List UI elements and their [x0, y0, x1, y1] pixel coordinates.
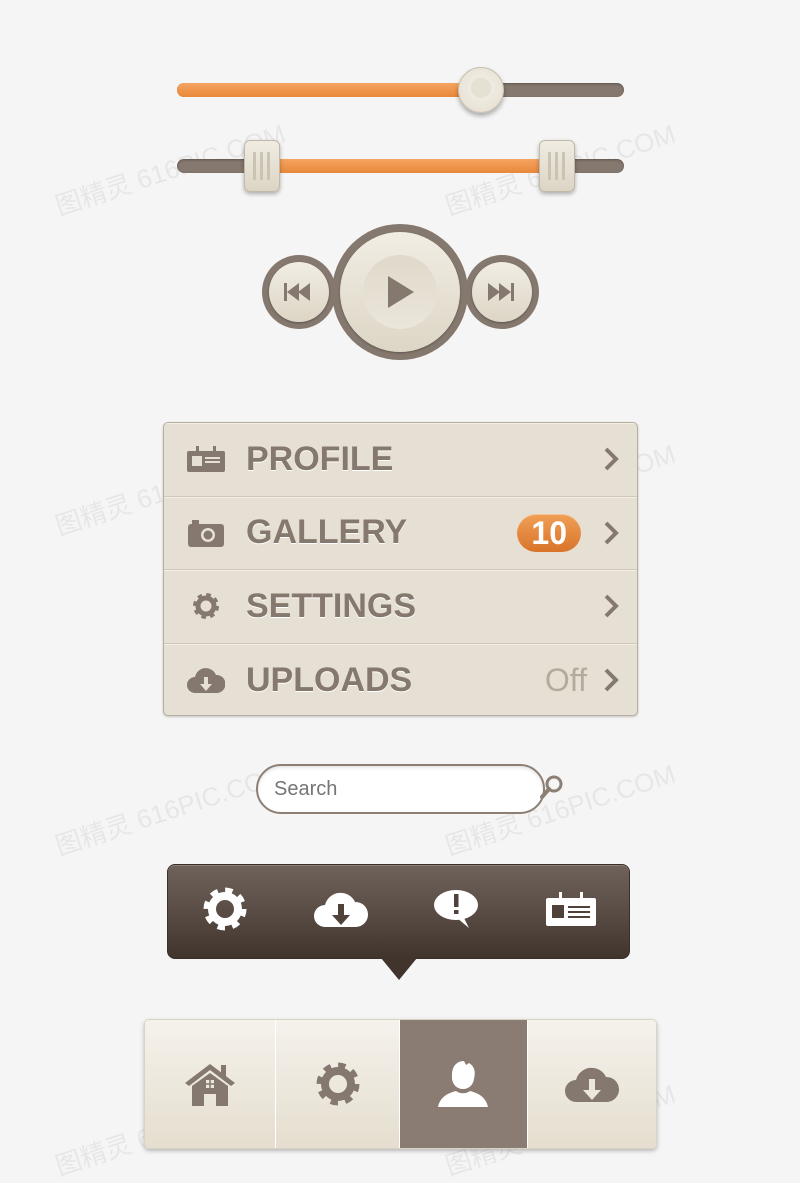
cloud-download-icon [564, 1067, 619, 1102]
menu-item-settings[interactable]: SETTINGS [164, 570, 637, 644]
search-box [256, 764, 563, 814]
fast-forward-button[interactable] [465, 255, 539, 329]
play-icon [388, 276, 414, 308]
menu-item-profile[interactable]: PROFILE [164, 423, 637, 497]
tab-home[interactable] [145, 1020, 277, 1148]
rewind-icon [284, 283, 310, 301]
tab-bar [144, 1019, 657, 1149]
alert-bubble-icon[interactable] [433, 888, 481, 935]
menu-item-label: PROFILE [246, 439, 394, 478]
slider-fill [177, 83, 481, 97]
rewind-button[interactable] [262, 255, 336, 329]
menu-item-label: SETTINGS [246, 586, 417, 625]
toolbar-popover [167, 864, 630, 959]
count-badge: 10 [517, 513, 581, 552]
gear-icon [316, 1062, 360, 1106]
tab-profile[interactable] [400, 1020, 528, 1148]
camera-icon [186, 519, 226, 547]
id-card-icon[interactable] [546, 892, 597, 931]
chevron-right-icon [601, 520, 621, 546]
id-card-icon [186, 446, 226, 473]
chevron-right-icon [601, 446, 621, 472]
settings-menu: PROFILE GALLERY 10 SETTINGS UPLOADS Off [163, 422, 638, 716]
range-fill [261, 159, 557, 173]
chevron-right-icon [601, 667, 621, 693]
uploads-value: Off [544, 661, 587, 698]
search-input[interactable] [274, 777, 539, 801]
cloud-download-icon [186, 667, 226, 694]
cloud-download-icon[interactable] [313, 889, 368, 934]
menu-item-label: UPLOADS [246, 660, 413, 699]
range-low-handle[interactable] [243, 140, 280, 192]
popover-pointer [381, 958, 417, 980]
gear-icon[interactable] [201, 885, 249, 938]
menu-item-label: GALLERY [246, 513, 408, 552]
tab-uploads[interactable] [527, 1020, 656, 1148]
menu-item-gallery[interactable]: GALLERY 10 [164, 497, 637, 570]
tab-settings[interactable] [276, 1020, 400, 1148]
home-icon [185, 1064, 236, 1106]
user-icon [438, 1061, 489, 1107]
watermark: 图精灵 616PIC.COM [51, 758, 290, 862]
search-icon[interactable] [539, 774, 565, 805]
range-high-handle[interactable] [538, 140, 575, 192]
range-slider[interactable] [177, 140, 624, 192]
play-button[interactable] [332, 224, 468, 360]
slider-thumb[interactable] [457, 67, 504, 113]
menu-item-uploads[interactable]: UPLOADS Off [164, 644, 637, 716]
fast-forward-icon [488, 283, 514, 301]
chevron-right-icon [601, 593, 621, 619]
gear-icon [186, 591, 226, 621]
volume-slider[interactable] [177, 67, 624, 113]
